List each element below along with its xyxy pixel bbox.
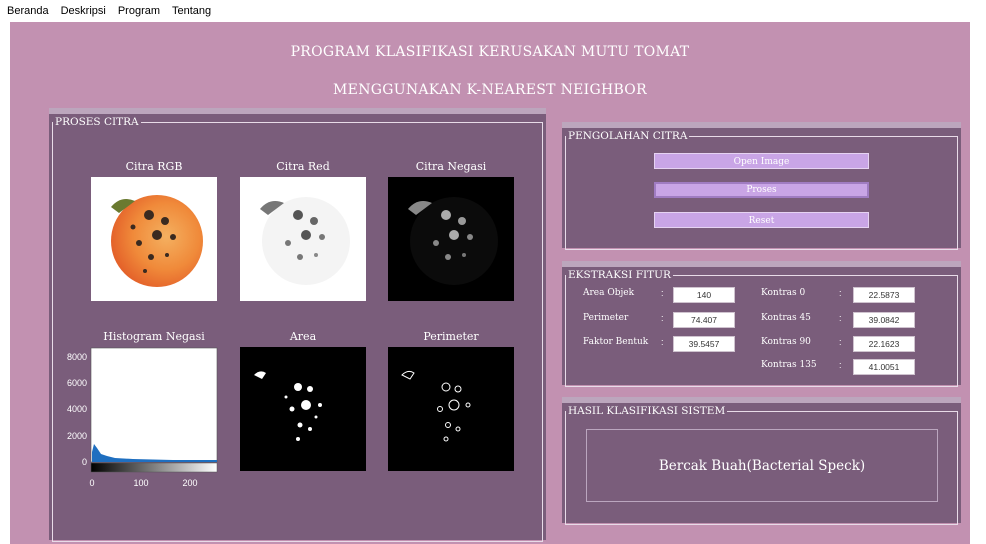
proses-citra-label: PROSES CITRA <box>53 116 141 128</box>
colon: : <box>839 313 842 323</box>
menu-tentang[interactable]: Tentang <box>167 5 216 17</box>
histogram-negasi-chart: 8000 6000 4000 2000 0 0 100 200 <box>67 347 218 488</box>
caption-histogram-negasi: Histogram Negasi <box>103 330 205 343</box>
hasil-klasifikasi-panel: HASIL KLASIFIKASI SISTEM Bercak Buah(Bac… <box>562 397 961 525</box>
caption-area: Area <box>289 330 317 343</box>
colon: : <box>661 337 664 347</box>
kontras-90-field[interactable]: 22.1623 <box>853 336 915 352</box>
result-box: Bercak Buah(Bacterial Speck) <box>586 429 938 502</box>
hist-ytick: 0 <box>82 457 87 467</box>
pengolahan-citra-label: PENGOLAHAN CITRA <box>566 130 690 142</box>
page-title-line1: PROGRAM KLASIFIKASI KERUSAKAN MUTU TOMAT <box>290 44 690 60</box>
menu-bar: Beranda Deskripsi Program Tentang <box>0 0 986 22</box>
feature-label: Kontras 0 <box>761 288 806 298</box>
citra-negasi-image <box>388 177 514 301</box>
proses-button[interactable]: Proses <box>654 182 869 198</box>
kontras-45-field[interactable]: 39.0842 <box>853 312 915 328</box>
caption-citra-negasi: Citra Negasi <box>415 160 487 173</box>
hist-xtick: 200 <box>182 478 197 488</box>
colon: : <box>839 337 842 347</box>
citra-rgb-image <box>91 177 217 301</box>
page-title-line2: MENGGUNAKAN K-NEAREST NEIGHBOR <box>333 82 647 98</box>
perimeter-field[interactable]: 74.407 <box>673 312 735 328</box>
menu-deskripsi[interactable]: Deskripsi <box>56 5 111 17</box>
ekstraksi-fitur-label: EKSTRAKSI FITUR <box>566 269 673 281</box>
proses-citra-panel: PROSES CITRA Citra RGB Citra Red Citra N… <box>49 108 546 542</box>
ekstraksi-fitur-panel: EKSTRAKSI FITUR Area Objek : 140 Perimet… <box>562 261 961 387</box>
result-text: Bercak Buah(Bacterial Speck) <box>658 457 866 474</box>
caption-citra-red: Citra Red <box>276 160 330 173</box>
feature-label: Kontras 90 <box>761 337 811 347</box>
faktor-bentuk-field[interactable]: 39.5457 <box>673 336 735 352</box>
feature-label: Area Objek <box>583 288 635 298</box>
hist-ytick: 8000 <box>67 352 87 362</box>
reset-button[interactable]: Reset <box>654 212 869 228</box>
hasil-klasifikasi-label: HASIL KLASIFIKASI SISTEM <box>566 405 728 417</box>
perimeter-image <box>388 347 514 471</box>
pengolahan-citra-panel: PENGOLAHAN CITRA Open Image Proses Reset <box>562 122 961 250</box>
caption-perimeter: Perimeter <box>423 330 479 343</box>
colon: : <box>661 313 664 323</box>
main-window: PROGRAM KLASIFIKASI KERUSAKAN MUTU TOMAT… <box>10 22 970 544</box>
kontras-135-field[interactable]: 41.0051 <box>853 359 915 375</box>
hist-xtick: 100 <box>133 478 148 488</box>
area-image <box>240 347 366 471</box>
open-image-button[interactable]: Open Image <box>654 153 869 169</box>
feature-label: Perimeter <box>583 313 629 323</box>
menu-beranda[interactable]: Beranda <box>2 5 54 17</box>
hist-ytick: 2000 <box>67 431 87 441</box>
area-objek-field[interactable]: 140 <box>673 287 735 303</box>
colon: : <box>839 360 842 370</box>
menu-program[interactable]: Program <box>113 5 165 17</box>
feature-label: Kontras 135 <box>761 360 817 370</box>
feature-label: Faktor Bentuk <box>583 337 649 347</box>
feature-label: Kontras 45 <box>761 313 811 323</box>
caption-citra-rgb: Citra RGB <box>125 160 183 173</box>
hist-ytick: 4000 <box>67 404 87 414</box>
colon: : <box>839 288 842 298</box>
kontras-0-field[interactable]: 22.5873 <box>853 287 915 303</box>
hist-xtick: 0 <box>89 478 94 488</box>
colon: : <box>661 288 664 298</box>
hist-ytick: 6000 <box>67 378 87 388</box>
citra-red-image <box>240 177 366 301</box>
